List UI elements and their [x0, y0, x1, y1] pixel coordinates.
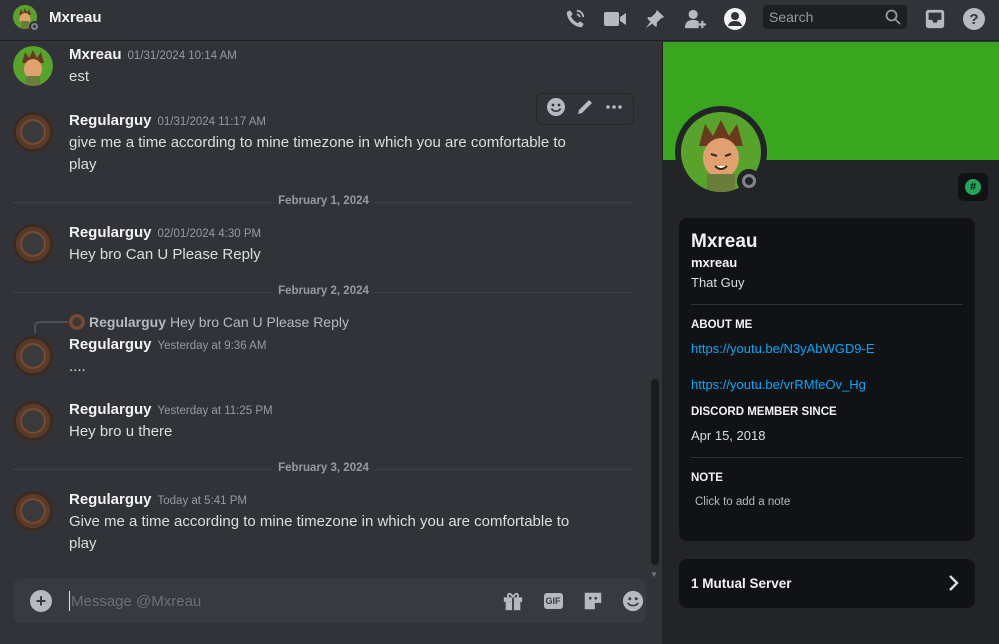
message-timestamp: Today at 5:41 PM — [157, 495, 248, 507]
user-avatar[interactable] — [13, 224, 53, 264]
message-username[interactable]: Mxreau — [69, 46, 122, 63]
user-profile-toggle-icon[interactable] — [722, 6, 748, 32]
message-text: .... — [69, 358, 86, 375]
scroll-down-arrow-icon[interactable]: ▼ — [650, 570, 658, 579]
message-username[interactable]: Regularguy — [69, 401, 152, 418]
scrollbar-thumb[interactable] — [651, 379, 659, 565]
message-timestamp: Yesterday at 9:36 AM — [157, 340, 267, 352]
message-username[interactable]: Regularguy — [69, 224, 152, 241]
profile-card: Mxreau mxreau That Guy ABOUT ME https://… — [679, 218, 975, 541]
date-divider: February 1, 2024 — [13, 195, 634, 207]
chat-area: Mxreau 01/31/2024 10:14 AM est Regularguy… — [0, 42, 662, 644]
reply-avatar — [69, 314, 85, 330]
mutual-servers-button[interactable]: 1 Mutual Server — [679, 559, 975, 608]
add-attachment-icon[interactable]: + — [30, 590, 52, 612]
member-since-heading: DISCORD MEMBER SINCE — [691, 406, 837, 418]
add-reaction-icon[interactable] — [546, 97, 566, 122]
edit-icon[interactable] — [575, 97, 595, 122]
header-avatar[interactable] — [13, 5, 40, 32]
voice-call-icon[interactable] — [562, 6, 588, 32]
profile-custom-status: That Guy — [691, 275, 745, 290]
message-input[interactable] — [69, 591, 479, 611]
note-heading: NOTE — [691, 472, 723, 484]
user-avatar[interactable] — [13, 336, 53, 376]
date-divider: February 3, 2024 — [13, 462, 634, 474]
page-title: Mxreau — [49, 9, 102, 26]
message-text: est — [69, 68, 90, 85]
message-timestamp: Yesterday at 11:25 PM — [157, 405, 273, 417]
sticker-icon[interactable] — [581, 589, 605, 613]
reply-text: Hey bro Can U Please Reply — [170, 314, 349, 330]
note-input[interactable]: Click to add a note — [695, 496, 790, 508]
about-link[interactable]: https://youtu.be/N3yAbWGD9-E — [691, 341, 875, 356]
date-divider: February 2, 2024 — [13, 285, 634, 297]
more-options-icon[interactable] — [604, 97, 624, 122]
offline-status-icon — [29, 21, 40, 32]
member-since-date: Apr 15, 2018 — [691, 428, 766, 443]
help-icon[interactable]: ? — [961, 6, 987, 32]
user-avatar[interactable] — [13, 491, 53, 531]
user-avatar[interactable] — [13, 46, 53, 86]
pin-icon[interactable] — [642, 6, 668, 32]
message-timestamp: 02/01/2024 4:30 PM — [157, 228, 262, 240]
profile-display-name: Mxreau — [691, 231, 758, 252]
user-avatar[interactable] — [13, 401, 53, 441]
message-text: Give me a time according to mine timezon… — [69, 513, 570, 552]
mutual-servers-label: 1 Mutual Server — [691, 576, 792, 591]
search-icon — [885, 9, 901, 30]
add-friend-icon[interactable] — [682, 6, 708, 32]
emoji-icon[interactable] — [621, 589, 645, 613]
search-bar[interactable] — [763, 5, 907, 29]
divider — [691, 304, 963, 305]
about-me-heading: ABOUT ME — [691, 319, 753, 331]
inbox-icon[interactable] — [922, 6, 948, 32]
dm-header: Mxreau ? — [0, 0, 999, 41]
search-input[interactable] — [769, 8, 879, 26]
gif-label: GIF — [543, 593, 563, 609]
reply-connector — [34, 321, 68, 333]
message-action-bar — [536, 93, 634, 125]
message-text: Hey bro Can U Please Reply — [69, 246, 261, 263]
user-avatar[interactable] — [13, 112, 53, 152]
offline-status-icon — [737, 169, 761, 193]
divider — [691, 457, 963, 458]
about-link[interactable]: https://youtu.be/vrRMfeOv_Hg — [691, 377, 866, 392]
message-timestamp: 01/31/2024 11:17 AM — [157, 116, 267, 128]
cartoon-face-icon — [13, 46, 53, 86]
user-profile-panel: # Mxreau mxreau That Guy ABOUT ME https:… — [662, 42, 999, 644]
message-username[interactable]: Regularguy — [69, 491, 152, 508]
message-username[interactable]: Regularguy — [69, 336, 152, 353]
message-text: Hey bro u there — [69, 423, 173, 440]
chevron-right-icon — [947, 573, 961, 598]
profile-username: mxreau — [691, 255, 738, 270]
gift-icon[interactable] — [501, 589, 525, 613]
message-username[interactable]: Regularguy — [69, 112, 152, 129]
app-window: Mxreau ? — [0, 0, 999, 644]
svg-text:?: ? — [969, 11, 978, 28]
message-timestamp: 01/31/2024 10:14 AM — [127, 50, 237, 62]
video-call-icon[interactable] — [602, 6, 628, 32]
reply-username: Regularguy — [89, 314, 167, 330]
reply-preview[interactable]: Regularguy Hey bro Can U Please Reply — [69, 313, 349, 331]
hashtag-badge-icon[interactable]: # — [958, 173, 988, 201]
message-text: give me a time according to mine timezon… — [69, 134, 566, 173]
gif-picker-button[interactable]: GIF — [541, 589, 565, 613]
message-composer: + GIF — [13, 579, 646, 623]
